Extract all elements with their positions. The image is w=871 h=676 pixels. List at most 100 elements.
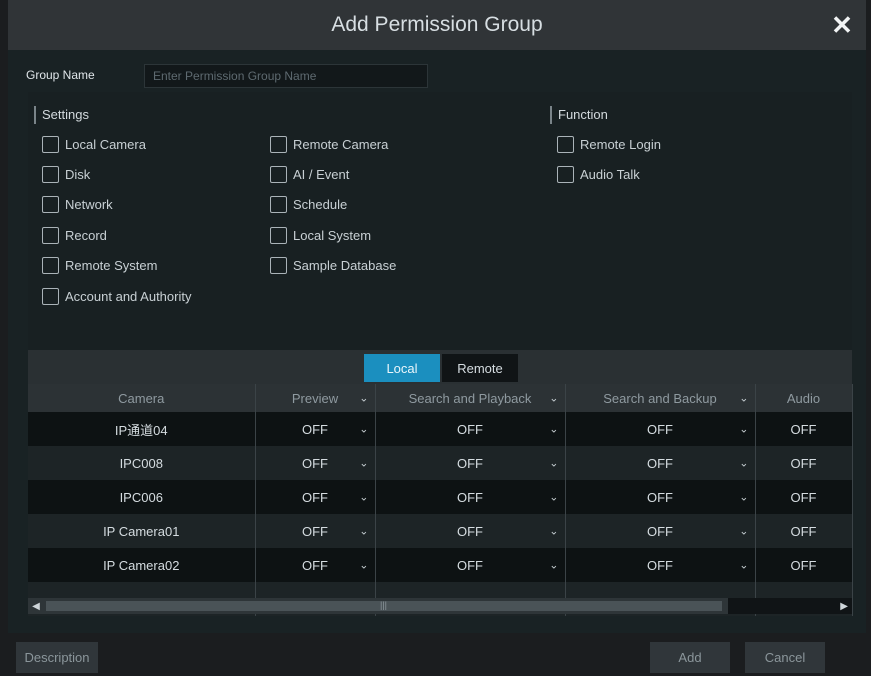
header-label: Preview	[291, 390, 339, 406]
header-search-playback[interactable]: Search and Playback ⌄	[375, 384, 566, 412]
chevron-down-icon[interactable]: ⌄	[549, 491, 558, 504]
checkbox-local-camera[interactable]: Local Camera	[42, 136, 146, 153]
camera-name-cell: IPC006	[28, 480, 256, 514]
header-audio[interactable]: Audio	[755, 384, 853, 412]
chevron-down-icon[interactable]: ⌄	[359, 392, 368, 405]
checkbox-box[interactable]	[270, 136, 287, 153]
chevron-down-icon[interactable]: ⌄	[549, 392, 558, 405]
header-camera: Camera	[28, 384, 256, 412]
select-value: OFF	[457, 557, 483, 573]
search-backup-select[interactable]: OFF ⌄	[565, 548, 756, 582]
settings-section-title: Settings	[34, 106, 89, 124]
search-backup-select[interactable]: OFF ⌄	[565, 412, 756, 446]
chevron-down-icon[interactable]: ⌄	[359, 491, 368, 504]
chevron-down-icon[interactable]: ⌄	[549, 423, 558, 436]
preview-select[interactable]: OFF ⌄	[255, 548, 376, 582]
search-backup-select[interactable]: OFF ⌄	[565, 480, 756, 514]
checkbox-box[interactable]	[270, 227, 287, 244]
search-playback-select[interactable]: OFF ⌄	[375, 480, 566, 514]
checkbox-label: Record	[65, 228, 107, 243]
search-backup-select[interactable]: OFF ⌄	[565, 514, 756, 548]
chevron-down-icon[interactable]: ⌄	[359, 559, 368, 572]
chevron-down-icon[interactable]: ⌄	[739, 457, 748, 470]
tab-local[interactable]: Local	[364, 354, 440, 382]
select-value: OFF	[790, 523, 817, 539]
checkbox-account-and-authority[interactable]: Account and Authority	[42, 288, 191, 305]
header-preview[interactable]: Preview ⌄	[255, 384, 376, 412]
chevron-down-icon[interactable]: ⌄	[359, 457, 368, 470]
checkbox-box[interactable]	[557, 166, 574, 183]
checkbox-box[interactable]	[42, 288, 59, 305]
group-name-input[interactable]	[144, 64, 428, 88]
chevron-down-icon[interactable]: ⌄	[739, 559, 748, 572]
scroll-right-icon[interactable]: ▶	[728, 598, 852, 614]
chevron-down-icon[interactable]: ⌄	[739, 423, 748, 436]
chevron-down-icon[interactable]: ⌄	[549, 525, 558, 538]
header-label: Search and Playback	[408, 390, 532, 406]
search-playback-select[interactable]: OFF ⌄	[375, 514, 566, 548]
checkbox-box[interactable]	[42, 196, 59, 213]
checkbox-record[interactable]: Record	[42, 227, 107, 244]
checkbox-local-system[interactable]: Local System	[270, 227, 371, 244]
search-playback-select[interactable]: OFF ⌄	[375, 446, 566, 480]
checkbox-label: Disk	[65, 167, 91, 182]
checkbox-box[interactable]	[270, 257, 287, 274]
camera-permission-area: Local Remote Camera Preview ⌄ Search and …	[28, 350, 853, 620]
checkbox-remote-system[interactable]: Remote System	[42, 257, 157, 274]
select-value: OFF	[302, 523, 328, 539]
checkbox-schedule[interactable]: Schedule	[270, 196, 347, 213]
select-value: OFF	[647, 557, 673, 573]
header-search-backup[interactable]: Search and Backup ⌄	[565, 384, 756, 412]
tab-remote[interactable]: Remote	[442, 354, 518, 382]
description-button[interactable]: Description	[16, 642, 98, 673]
chevron-down-icon[interactable]: ⌄	[739, 525, 748, 538]
search-backup-select[interactable]: OFF ⌄	[565, 446, 756, 480]
checkbox-remote-camera[interactable]: Remote Camera	[270, 136, 388, 153]
camera-name-cell: IP Camera02	[28, 548, 256, 582]
checkbox-box[interactable]	[42, 257, 59, 274]
chevron-down-icon[interactable]: ⌄	[549, 559, 558, 572]
select-value: OFF	[302, 455, 328, 471]
select-value: OFF	[457, 489, 483, 505]
cancel-button[interactable]: Cancel	[745, 642, 825, 673]
chevron-down-icon[interactable]: ⌄	[359, 423, 368, 436]
chevron-down-icon[interactable]: ⌄	[739, 392, 748, 405]
horizontal-scrollbar[interactable]: ◀ ||| ▶	[28, 598, 852, 614]
preview-select[interactable]: OFF ⌄	[255, 412, 376, 446]
checkbox-network[interactable]: Network	[42, 196, 113, 213]
checkbox-ai-event[interactable]: AI / Event	[270, 166, 349, 183]
chevron-down-icon[interactable]: ⌄	[359, 525, 368, 538]
search-playback-select[interactable]: OFF ⌄	[375, 548, 566, 582]
checkbox-audio-talk[interactable]: Audio Talk	[557, 166, 640, 183]
checkbox-box[interactable]	[42, 136, 59, 153]
checkbox-box[interactable]	[557, 136, 574, 153]
audio-select[interactable]: OFF	[755, 480, 853, 514]
add-button[interactable]: Add	[650, 642, 730, 673]
table-row: IPC008 OFF ⌄ OFF ⌄ OFF ⌄ OFF	[28, 446, 853, 480]
preview-select[interactable]: OFF ⌄	[255, 514, 376, 548]
checkbox-box[interactable]	[42, 166, 59, 183]
search-playback-select[interactable]: OFF ⌄	[375, 412, 566, 446]
scroll-left-icon[interactable]: ◀	[28, 598, 44, 614]
audio-select[interactable]: OFF	[755, 548, 853, 582]
audio-select[interactable]: OFF	[755, 446, 853, 480]
checkbox-box[interactable]	[270, 196, 287, 213]
checkbox-remote-login[interactable]: Remote Login	[557, 136, 661, 153]
audio-select[interactable]: OFF	[755, 514, 853, 548]
chevron-down-icon[interactable]: ⌄	[549, 457, 558, 470]
checkbox-box[interactable]	[42, 227, 59, 244]
checkbox-disk[interactable]: Disk	[42, 166, 90, 183]
preview-select[interactable]: OFF ⌄	[255, 480, 376, 514]
chevron-down-icon[interactable]: ⌄	[739, 491, 748, 504]
select-value: OFF	[647, 421, 673, 437]
checkbox-sample-database[interactable]: Sample Database	[270, 257, 396, 274]
checkbox-label: Audio Talk	[580, 167, 640, 182]
preview-select[interactable]: OFF ⌄	[255, 446, 376, 480]
select-value: OFF	[790, 421, 817, 437]
select-value: OFF	[457, 421, 483, 437]
table-row: IP Camera01 OFF ⌄ OFF ⌄ OFF ⌄ OFF	[28, 514, 853, 548]
audio-select[interactable]: OFF	[755, 412, 853, 446]
camera-name-cell: IP通道04	[28, 412, 256, 446]
checkbox-box[interactable]	[270, 166, 287, 183]
close-icon[interactable]: ✕	[828, 10, 856, 40]
